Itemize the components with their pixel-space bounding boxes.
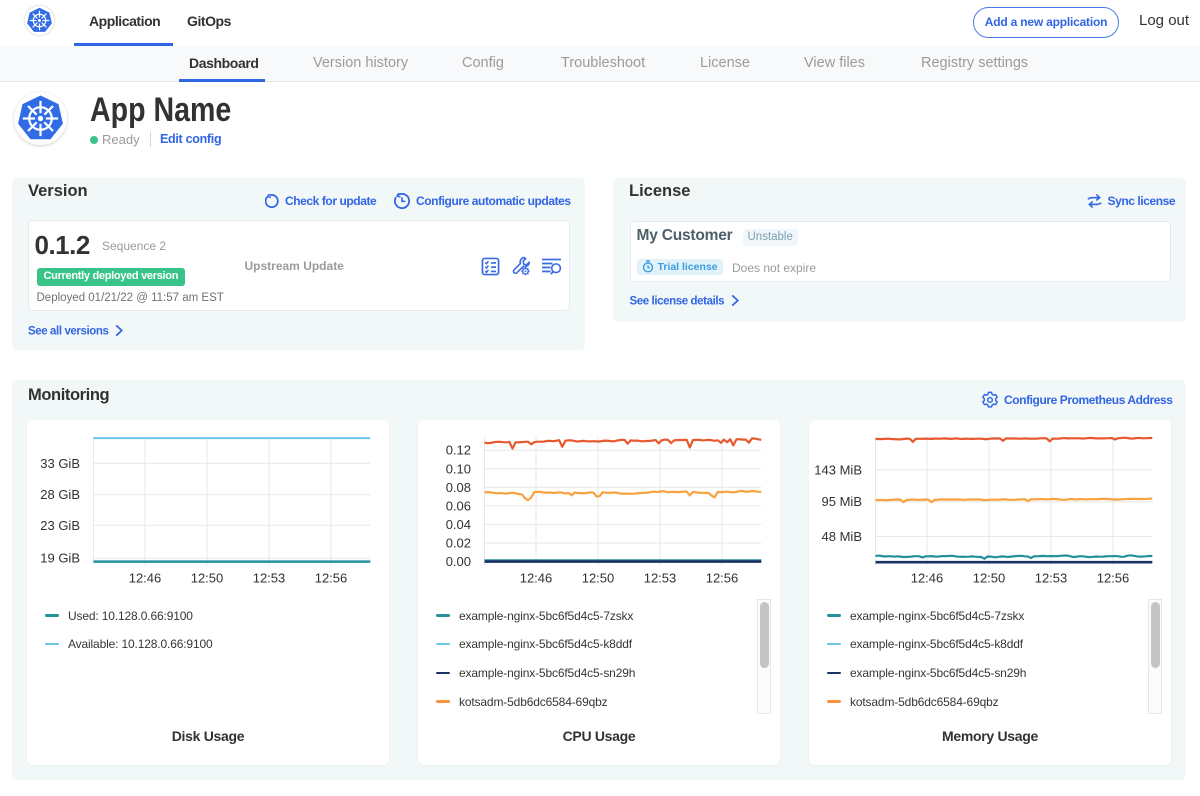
svg-text:0.06: 0.06 xyxy=(446,498,471,513)
svg-text:28 GiB: 28 GiB xyxy=(40,487,80,502)
svg-text:12:53: 12:53 xyxy=(253,571,286,586)
svg-text:12:50: 12:50 xyxy=(973,571,1006,586)
svg-text:0.10: 0.10 xyxy=(446,461,471,476)
svg-text:143 MiB: 143 MiB xyxy=(814,462,862,477)
svg-text:0.08: 0.08 xyxy=(446,480,471,495)
svg-text:95 MiB: 95 MiB xyxy=(822,494,862,509)
svg-text:12:53: 12:53 xyxy=(644,571,677,586)
svg-text:12:50: 12:50 xyxy=(582,571,615,586)
svg-text:0.00: 0.00 xyxy=(446,554,471,569)
svg-text:19 GiB: 19 GiB xyxy=(40,551,80,566)
svg-text:33 GiB: 33 GiB xyxy=(40,456,80,471)
svg-text:48 MiB: 48 MiB xyxy=(822,529,862,544)
svg-text:12:56: 12:56 xyxy=(706,571,739,586)
svg-text:12:53: 12:53 xyxy=(1035,571,1068,586)
svg-text:0.02: 0.02 xyxy=(446,536,471,551)
svg-text:12:46: 12:46 xyxy=(520,571,553,586)
svg-text:12:56: 12:56 xyxy=(315,571,348,586)
svg-text:0.12: 0.12 xyxy=(446,443,471,458)
svg-text:12:46: 12:46 xyxy=(129,571,162,586)
svg-text:0.04: 0.04 xyxy=(446,517,471,532)
svg-text:12:46: 12:46 xyxy=(911,571,944,586)
svg-text:23 GiB: 23 GiB xyxy=(40,518,80,533)
svg-text:12:50: 12:50 xyxy=(191,571,224,586)
svg-text:12:56: 12:56 xyxy=(1097,571,1130,586)
